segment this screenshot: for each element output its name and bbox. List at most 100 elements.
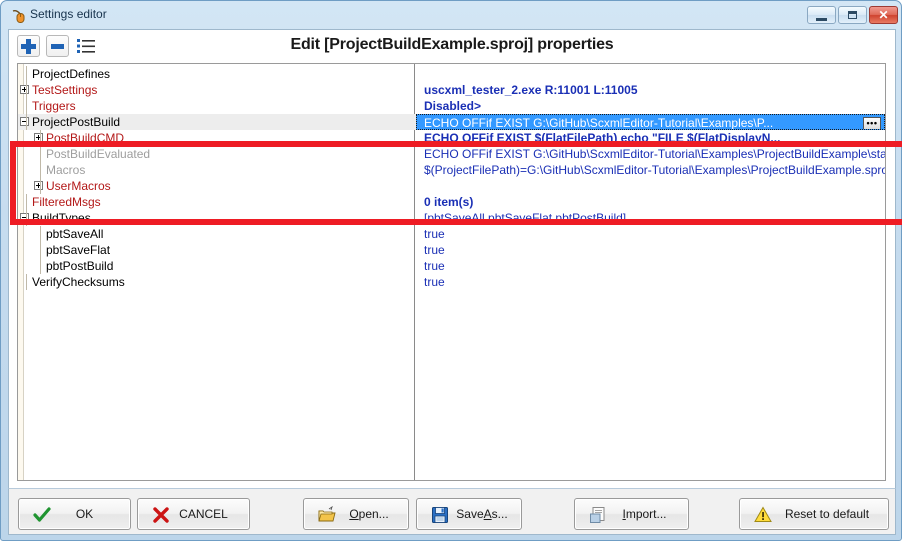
property-value-label: $(ProjectFilePath)=G:\GitHub\ScxmlEditor… <box>424 163 885 177</box>
property-name-cell[interactable]: PostBuildEvaluated <box>18 146 414 162</box>
property-name-label: Macros <box>46 163 86 177</box>
property-value-cell[interactable]: true <box>416 226 885 242</box>
maximize-icon <box>839 7 866 23</box>
property-value-label: ECHO OFFif EXIST G:\GitHub\ScxmlEditor-T… <box>424 116 774 130</box>
import-button[interactable]: Import... <box>574 498 689 530</box>
property-value-label: true <box>424 227 445 241</box>
property-name-cell[interactable]: pbtSaveAll <box>18 226 414 242</box>
property-name-cell[interactable]: UserMacros <box>18 178 414 194</box>
property-name-cell[interactable]: ProjectPostBuild <box>18 114 414 130</box>
property-row[interactable]: BuildTypes [pbtSaveAll,pbtSaveFlat,pbtPos… <box>18 210 885 226</box>
property-value-label: uscxml_tester_2.exe R:11001 L:11005 <box>424 83 638 97</box>
close-button[interactable]: ✕ <box>869 6 898 24</box>
tree-line <box>26 66 27 82</box>
expand-icon[interactable] <box>34 133 43 142</box>
property-row[interactable]: Macros $(ProjectFilePath)=G:\GitHub\Scxml… <box>18 162 885 178</box>
cancel-button[interactable]: CANCEL <box>137 498 250 530</box>
property-row[interactable]: UserMacros <box>18 178 885 194</box>
toolbar: Edit [ProjectBuildExample.sproj] propert… <box>9 30 895 62</box>
property-name-cell[interactable]: pbtSaveFlat <box>18 242 414 258</box>
maximize-button[interactable] <box>838 6 867 24</box>
title-bar: Settings editor ✕ <box>2 2 902 28</box>
settings-editor-window: Settings editor ✕ Edit [ProjectBuildExam… <box>0 0 902 541</box>
tree-line <box>40 162 41 178</box>
property-value-cell[interactable]: true <box>416 274 885 290</box>
tree-line <box>40 258 41 274</box>
mouse-icon <box>10 8 26 24</box>
property-name-label: UserMacros <box>46 179 111 193</box>
ok-button[interactable]: OK <box>18 498 131 530</box>
ellipsis-browse-button[interactable]: ••• <box>863 117 881 129</box>
property-name-label: ProjectDefines <box>32 67 111 81</box>
client-area: Edit [ProjectBuildExample.sproj] propert… <box>8 29 902 507</box>
property-grid[interactable]: ProjectDefines TestSettings uscxml_tester_… <box>17 63 886 481</box>
property-value-label: ECHO OFFif EXIST G:\GitHub\ScxmlEditor-T… <box>424 147 885 161</box>
reset-to-default-button-label: Reset to default <box>784 507 870 521</box>
close-icon: ✕ <box>878 8 889 22</box>
property-row[interactable]: PostBuildEvaluated ECHO OFFif EXIST G:\Gi… <box>18 146 885 162</box>
property-value-label: true <box>424 275 445 289</box>
expand-icon[interactable] <box>20 85 29 94</box>
tree-line <box>26 114 27 130</box>
property-row[interactable]: TestSettings uscxml_tester_2.exe R:11001 … <box>18 82 885 98</box>
property-value-cell[interactable] <box>416 178 885 194</box>
property-row[interactable]: ProjectDefines <box>18 66 885 82</box>
property-value-cell[interactable] <box>416 66 885 82</box>
property-value-cell[interactable]: Disabled> <box>416 98 885 114</box>
property-name-cell[interactable]: TestSettings <box>18 82 414 98</box>
property-name-label: PostBuildEvaluated <box>46 147 151 161</box>
tree-line <box>40 130 41 146</box>
import-button-label: Import... <box>622 507 667 521</box>
property-value-label: 0 item(s) <box>424 195 474 209</box>
property-row[interactable]: VerifyChecksums true <box>18 274 885 290</box>
page-title: Edit [ProjectBuildExample.sproj] propert… <box>290 36 614 53</box>
property-value-cell[interactable]: true <box>416 258 885 274</box>
property-row[interactable]: Triggers Disabled> <box>18 98 885 114</box>
collapse-icon[interactable] <box>20 117 29 126</box>
property-value-cell[interactable]: [pbtSaveAll,pbtSaveFlat,pbtPostBuild] <box>416 210 885 226</box>
minimize-button[interactable] <box>807 6 836 24</box>
property-value-cell[interactable]: ECHO OFFif EXIST G:\GitHub\ScxmlEditor-T… <box>416 146 885 162</box>
property-value-cell[interactable]: true <box>416 242 885 258</box>
property-name-label: ProjectPostBuild <box>32 115 121 129</box>
property-row[interactable]: pbtPostBuild true <box>18 258 885 274</box>
property-value-cell[interactable]: 0 item(s) <box>416 194 885 210</box>
tree-line <box>40 242 41 258</box>
property-name-cell[interactable]: Triggers <box>18 98 414 114</box>
property-name-label: BuildTypes <box>32 211 91 225</box>
property-name-cell[interactable]: ProjectDefines <box>18 66 414 82</box>
property-name-cell[interactable]: BuildTypes <box>18 210 414 226</box>
tree-line <box>26 194 27 210</box>
property-row[interactable]: pbtSaveAll true <box>18 226 885 242</box>
tree-line <box>26 82 27 98</box>
ok-button-label: OK <box>75 507 94 521</box>
property-value-cell[interactable]: ECHO OFFif EXIST $(FlatFilePath) echo "F… <box>416 130 885 146</box>
save-as-button[interactable]: Save As... <box>416 498 522 530</box>
save-as-button-label: Save As... <box>456 507 508 521</box>
property-name-cell[interactable]: VerifyChecksums <box>18 274 414 290</box>
property-value-cell[interactable]: $(ProjectFilePath)=G:\GitHub\ScxmlEditor… <box>416 162 885 178</box>
expand-icon[interactable] <box>34 181 43 190</box>
property-row[interactable]: ProjectPostBuild ECHO OFFif EXIST G:\GitH… <box>18 114 885 130</box>
property-name-cell[interactable]: FilteredMsgs <box>18 194 414 210</box>
tree-line <box>40 226 41 242</box>
property-value-cell[interactable]: uscxml_tester_2.exe R:11001 L:11005 <box>416 82 885 98</box>
property-name-label: Triggers <box>32 99 76 113</box>
property-row[interactable]: pbtSaveFlat true <box>18 242 885 258</box>
open-button-label: Open... <box>349 507 389 521</box>
property-name-label: pbtPostBuild <box>46 259 114 273</box>
tree-line <box>26 210 27 226</box>
reset-to-default-button[interactable]: Reset to default <box>739 498 889 530</box>
collapse-icon[interactable] <box>20 213 29 222</box>
property-name-cell[interactable]: pbtPostBuild <box>18 258 414 274</box>
open-button[interactable]: Open... <box>303 498 409 530</box>
property-name-cell[interactable]: Macros <box>18 162 414 178</box>
property-row[interactable]: PostBuildCMD ECHO OFFif EXIST $(FlatFileP… <box>18 130 885 146</box>
property-row[interactable]: FilteredMsgs 0 item(s) <box>18 194 885 210</box>
cancel-button-label: CANCEL <box>179 507 228 521</box>
property-value-cell-selected[interactable]: ECHO OFFif EXIST G:\GitHub\ScxmlEditor-T… <box>416 114 885 130</box>
property-name-label: TestSettings <box>32 83 98 97</box>
tree-line <box>40 146 41 162</box>
property-name-cell[interactable]: PostBuildCMD <box>18 130 414 146</box>
property-name-label: FilteredMsgs <box>32 195 101 209</box>
